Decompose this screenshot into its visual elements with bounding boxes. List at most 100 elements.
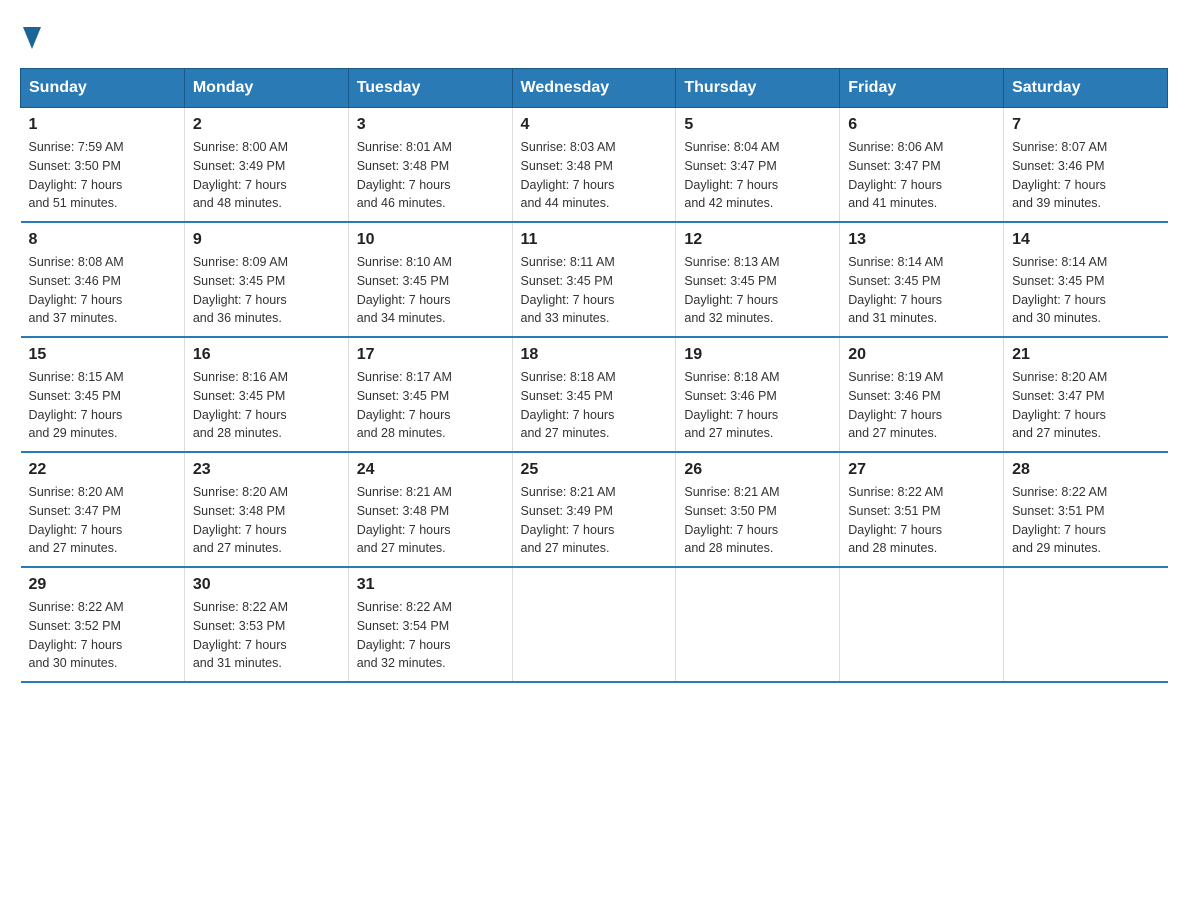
calendar-cell: 13 Sunrise: 8:14 AM Sunset: 3:45 PM Dayl…	[840, 222, 1004, 337]
day-info: Sunrise: 8:07 AM Sunset: 3:46 PM Dayligh…	[1012, 138, 1159, 213]
day-number: 14	[1012, 231, 1159, 249]
day-info: Sunrise: 8:21 AM Sunset: 3:50 PM Dayligh…	[684, 483, 831, 558]
day-info: Sunrise: 8:20 AM Sunset: 3:48 PM Dayligh…	[193, 483, 340, 558]
day-number: 31	[357, 576, 504, 594]
calendar-cell: 1 Sunrise: 7:59 AM Sunset: 3:50 PM Dayli…	[21, 108, 185, 223]
day-number: 17	[357, 346, 504, 364]
col-header-tuesday: Tuesday	[348, 69, 512, 108]
calendar-cell: 25 Sunrise: 8:21 AM Sunset: 3:49 PM Dayl…	[512, 452, 676, 567]
day-info: Sunrise: 8:20 AM Sunset: 3:47 PM Dayligh…	[29, 483, 176, 558]
calendar-cell: 22 Sunrise: 8:20 AM Sunset: 3:47 PM Dayl…	[21, 452, 185, 567]
day-number: 6	[848, 116, 995, 134]
calendar-cell: 8 Sunrise: 8:08 AM Sunset: 3:46 PM Dayli…	[21, 222, 185, 337]
calendar-header: SundayMondayTuesdayWednesdayThursdayFrid…	[21, 69, 1168, 108]
day-info: Sunrise: 8:22 AM Sunset: 3:54 PM Dayligh…	[357, 598, 504, 673]
day-number: 9	[193, 231, 340, 249]
day-info: Sunrise: 8:22 AM Sunset: 3:51 PM Dayligh…	[848, 483, 995, 558]
day-info: Sunrise: 8:04 AM Sunset: 3:47 PM Dayligh…	[684, 138, 831, 213]
calendar-cell: 27 Sunrise: 8:22 AM Sunset: 3:51 PM Dayl…	[840, 452, 1004, 567]
day-info: Sunrise: 8:22 AM Sunset: 3:53 PM Dayligh…	[193, 598, 340, 673]
day-number: 12	[684, 231, 831, 249]
calendar-cell: 15 Sunrise: 8:15 AM Sunset: 3:45 PM Dayl…	[21, 337, 185, 452]
calendar-cell: 29 Sunrise: 8:22 AM Sunset: 3:52 PM Dayl…	[21, 567, 185, 682]
col-header-thursday: Thursday	[676, 69, 840, 108]
day-number: 21	[1012, 346, 1159, 364]
calendar-week-2: 8 Sunrise: 8:08 AM Sunset: 3:46 PM Dayli…	[21, 222, 1168, 337]
calendar-table: SundayMondayTuesdayWednesdayThursdayFrid…	[20, 68, 1168, 683]
day-number: 4	[521, 116, 668, 134]
calendar-cell: 12 Sunrise: 8:13 AM Sunset: 3:45 PM Dayl…	[676, 222, 840, 337]
day-info: Sunrise: 8:01 AM Sunset: 3:48 PM Dayligh…	[357, 138, 504, 213]
calendar-cell: 24 Sunrise: 8:21 AM Sunset: 3:48 PM Dayl…	[348, 452, 512, 567]
day-number: 3	[357, 116, 504, 134]
logo-arrow-icon	[23, 20, 41, 54]
day-info: Sunrise: 8:03 AM Sunset: 3:48 PM Dayligh…	[521, 138, 668, 213]
page-header	[20, 20, 1168, 48]
day-info: Sunrise: 8:13 AM Sunset: 3:45 PM Dayligh…	[684, 253, 831, 328]
calendar-cell: 2 Sunrise: 8:00 AM Sunset: 3:49 PM Dayli…	[184, 108, 348, 223]
calendar-cell	[1004, 567, 1168, 682]
calendar-cell: 3 Sunrise: 8:01 AM Sunset: 3:48 PM Dayli…	[348, 108, 512, 223]
day-number: 7	[1012, 116, 1159, 134]
day-info: Sunrise: 8:11 AM Sunset: 3:45 PM Dayligh…	[521, 253, 668, 328]
col-header-monday: Monday	[184, 69, 348, 108]
calendar-week-3: 15 Sunrise: 8:15 AM Sunset: 3:45 PM Dayl…	[21, 337, 1168, 452]
day-number: 2	[193, 116, 340, 134]
day-number: 15	[29, 346, 176, 364]
day-info: Sunrise: 8:00 AM Sunset: 3:49 PM Dayligh…	[193, 138, 340, 213]
day-number: 16	[193, 346, 340, 364]
day-number: 11	[521, 231, 668, 249]
day-info: Sunrise: 8:09 AM Sunset: 3:45 PM Dayligh…	[193, 253, 340, 328]
day-number: 20	[848, 346, 995, 364]
day-info: Sunrise: 8:16 AM Sunset: 3:45 PM Dayligh…	[193, 368, 340, 443]
calendar-cell: 10 Sunrise: 8:10 AM Sunset: 3:45 PM Dayl…	[348, 222, 512, 337]
calendar-week-5: 29 Sunrise: 8:22 AM Sunset: 3:52 PM Dayl…	[21, 567, 1168, 682]
calendar-cell: 20 Sunrise: 8:19 AM Sunset: 3:46 PM Dayl…	[840, 337, 1004, 452]
day-info: Sunrise: 8:19 AM Sunset: 3:46 PM Dayligh…	[848, 368, 995, 443]
calendar-cell: 30 Sunrise: 8:22 AM Sunset: 3:53 PM Dayl…	[184, 567, 348, 682]
calendar-cell: 9 Sunrise: 8:09 AM Sunset: 3:45 PM Dayli…	[184, 222, 348, 337]
day-number: 25	[521, 461, 668, 479]
calendar-week-1: 1 Sunrise: 7:59 AM Sunset: 3:50 PM Dayli…	[21, 108, 1168, 223]
day-info: Sunrise: 8:17 AM Sunset: 3:45 PM Dayligh…	[357, 368, 504, 443]
day-number: 30	[193, 576, 340, 594]
day-info: Sunrise: 8:10 AM Sunset: 3:45 PM Dayligh…	[357, 253, 504, 328]
day-number: 8	[29, 231, 176, 249]
calendar-cell: 7 Sunrise: 8:07 AM Sunset: 3:46 PM Dayli…	[1004, 108, 1168, 223]
col-header-sunday: Sunday	[21, 69, 185, 108]
day-info: Sunrise: 8:15 AM Sunset: 3:45 PM Dayligh…	[29, 368, 176, 443]
calendar-cell	[512, 567, 676, 682]
calendar-cell: 11 Sunrise: 8:11 AM Sunset: 3:45 PM Dayl…	[512, 222, 676, 337]
calendar-cell: 23 Sunrise: 8:20 AM Sunset: 3:48 PM Dayl…	[184, 452, 348, 567]
calendar-cell: 26 Sunrise: 8:21 AM Sunset: 3:50 PM Dayl…	[676, 452, 840, 567]
day-info: Sunrise: 8:22 AM Sunset: 3:52 PM Dayligh…	[29, 598, 176, 673]
calendar-week-4: 22 Sunrise: 8:20 AM Sunset: 3:47 PM Dayl…	[21, 452, 1168, 567]
day-number: 1	[29, 116, 176, 134]
calendar-cell: 31 Sunrise: 8:22 AM Sunset: 3:54 PM Dayl…	[348, 567, 512, 682]
day-info: Sunrise: 8:21 AM Sunset: 3:48 PM Dayligh…	[357, 483, 504, 558]
calendar-cell	[676, 567, 840, 682]
day-number: 10	[357, 231, 504, 249]
day-number: 22	[29, 461, 176, 479]
day-info: Sunrise: 8:06 AM Sunset: 3:47 PM Dayligh…	[848, 138, 995, 213]
calendar-cell: 5 Sunrise: 8:04 AM Sunset: 3:47 PM Dayli…	[676, 108, 840, 223]
calendar-cell: 18 Sunrise: 8:18 AM Sunset: 3:45 PM Dayl…	[512, 337, 676, 452]
calendar-cell: 28 Sunrise: 8:22 AM Sunset: 3:51 PM Dayl…	[1004, 452, 1168, 567]
calendar-cell: 17 Sunrise: 8:17 AM Sunset: 3:45 PM Dayl…	[348, 337, 512, 452]
calendar-cell: 14 Sunrise: 8:14 AM Sunset: 3:45 PM Dayl…	[1004, 222, 1168, 337]
day-number: 24	[357, 461, 504, 479]
calendar-cell: 6 Sunrise: 8:06 AM Sunset: 3:47 PM Dayli…	[840, 108, 1004, 223]
calendar-cell	[840, 567, 1004, 682]
day-number: 23	[193, 461, 340, 479]
day-number: 18	[521, 346, 668, 364]
calendar-cell: 16 Sunrise: 8:16 AM Sunset: 3:45 PM Dayl…	[184, 337, 348, 452]
calendar-cell: 19 Sunrise: 8:18 AM Sunset: 3:46 PM Dayl…	[676, 337, 840, 452]
day-info: Sunrise: 8:20 AM Sunset: 3:47 PM Dayligh…	[1012, 368, 1159, 443]
day-info: Sunrise: 8:14 AM Sunset: 3:45 PM Dayligh…	[848, 253, 995, 328]
day-number: 19	[684, 346, 831, 364]
day-info: Sunrise: 7:59 AM Sunset: 3:50 PM Dayligh…	[29, 138, 176, 213]
day-number: 26	[684, 461, 831, 479]
day-number: 5	[684, 116, 831, 134]
col-header-saturday: Saturday	[1004, 69, 1168, 108]
day-number: 13	[848, 231, 995, 249]
